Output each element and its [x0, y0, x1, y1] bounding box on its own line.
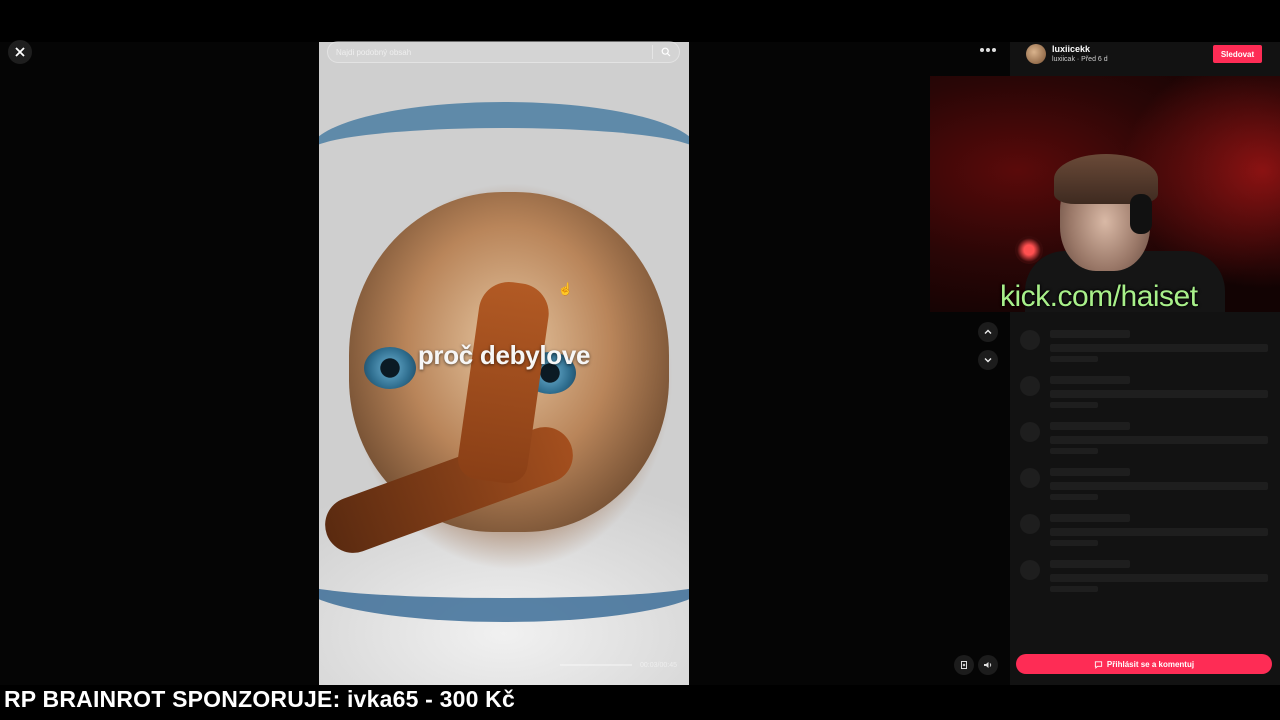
comment-skeleton	[1020, 560, 1270, 600]
comment-skeleton	[1020, 468, 1270, 508]
search-separator	[652, 45, 653, 59]
more-icon-dot	[986, 48, 990, 52]
author-meta: luxiicak · Před 6 d	[1052, 56, 1108, 63]
skeleton-line	[1050, 494, 1098, 500]
webcam-headphones	[1130, 194, 1152, 234]
skeleton-avatar	[1020, 468, 1040, 488]
sponsor-ticker-text: RP BRAINROT SPONZORUJE: ivka65 - 300 Kč	[4, 686, 515, 712]
previous-video-button[interactable]	[978, 322, 998, 342]
close-button[interactable]	[8, 40, 32, 64]
login-comment-button[interactable]: Přihlásit se a komentuj	[1016, 654, 1272, 674]
more-options-button[interactable]	[977, 40, 999, 60]
mouse-cursor-icon: ☝	[558, 282, 573, 296]
comment-skeleton	[1020, 422, 1270, 462]
skeleton-avatar	[1020, 422, 1040, 442]
skeleton-line	[1050, 344, 1268, 352]
comment-skeleton	[1020, 514, 1270, 554]
search-icon[interactable]	[661, 47, 671, 57]
skeleton-line	[1050, 376, 1130, 384]
video-caption: proč debylove	[417, 340, 591, 370]
skeleton-avatar	[1020, 560, 1040, 580]
video-timecode: 00:03/00:45	[640, 662, 677, 669]
more-icon	[980, 48, 984, 52]
skeleton-line	[1050, 448, 1098, 454]
report-icon	[961, 661, 967, 669]
comment-icon	[1094, 660, 1103, 669]
next-video-button[interactable]	[978, 350, 998, 370]
comment-skeleton	[1020, 330, 1270, 370]
more-icon-dot	[992, 48, 996, 52]
skeleton-line	[1050, 586, 1098, 592]
close-icon	[15, 47, 25, 57]
skeleton-line	[1050, 356, 1098, 362]
login-comment-label: Přihlásit se a komentuj	[1106, 659, 1195, 669]
comment-skeleton	[1020, 376, 1270, 416]
skeleton-avatar	[1020, 376, 1040, 396]
top-bar	[0, 0, 1280, 42]
skeleton-line	[1050, 540, 1098, 546]
report-button[interactable]	[954, 655, 974, 675]
webcam-overlay: kick.com/haiset	[930, 76, 1280, 312]
webcam-url: kick.com/haiset	[1000, 280, 1198, 312]
volume-button[interactable]	[978, 655, 998, 675]
author-name[interactable]: luxiicekk	[1052, 44, 1090, 54]
skeleton-line	[1050, 390, 1268, 398]
video-progress[interactable]	[560, 664, 632, 666]
skeleton-line	[1050, 422, 1130, 430]
skeleton-line	[1050, 560, 1130, 568]
skeleton-avatar	[1020, 514, 1040, 534]
video-frame-denim-bottom	[319, 542, 689, 622]
skeleton-line	[1050, 402, 1098, 408]
skeleton-line	[1050, 482, 1268, 490]
skeleton-avatar	[1020, 330, 1040, 350]
skeleton-line	[1050, 436, 1268, 444]
chevron-up-icon	[984, 329, 992, 334]
volume-icon	[984, 662, 992, 668]
skeleton-line	[1050, 574, 1268, 582]
video-frame-denim-top	[319, 102, 689, 202]
search-input[interactable]: Najdi podobný obsah	[336, 48, 652, 57]
skeleton-line	[1050, 528, 1268, 536]
skeleton-line	[1050, 514, 1130, 522]
webcam-mic	[1015, 236, 1043, 264]
author-avatar[interactable]	[1026, 44, 1046, 64]
skeleton-line	[1050, 330, 1130, 338]
follow-button[interactable]: Sledovat	[1213, 45, 1262, 63]
chevron-down-icon	[984, 358, 992, 363]
skeleton-line	[1050, 468, 1130, 476]
search-bar[interactable]: Najdi podobný obsah	[327, 41, 680, 63]
